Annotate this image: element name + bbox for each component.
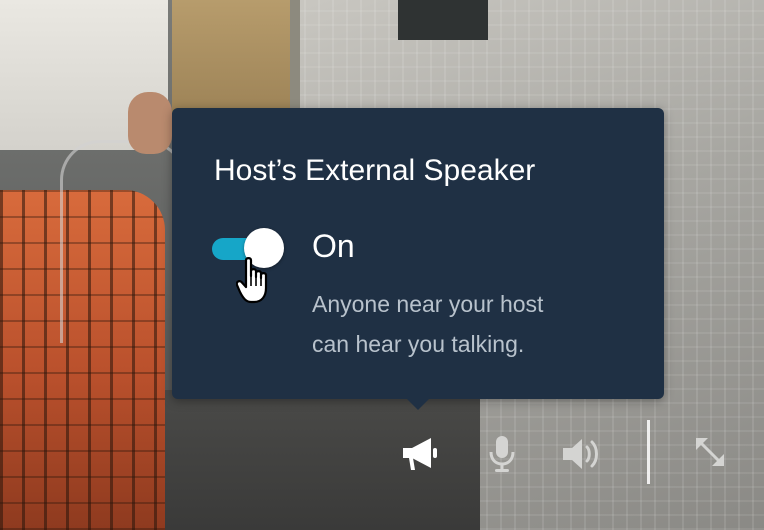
popover-description: Anyone near your host can hear you talki… [312,284,632,364]
expand-arrows-icon [696,438,724,466]
volume-button[interactable] [557,430,605,478]
popover-title: Host’s External Speaker [214,154,536,187]
microphone-icon [489,436,515,472]
speaker-volume-icon [563,439,598,469]
control-divider [647,420,650,484]
toggle-state-label: On [312,228,355,264]
microphone-button[interactable] [478,430,526,478]
video-cart-handle [60,140,186,343]
video-person-pants [172,0,290,120]
external-speaker-button[interactable] [396,430,444,478]
popover-arrow [406,398,430,410]
description-line-2: can hear you talking. [312,331,525,357]
megaphone-icon [403,438,437,470]
description-line-1: Anyone near your host [312,291,544,317]
external-speaker-popover: Host’s External Speaker On Anyone near y… [172,108,664,399]
fullscreen-button[interactable] [686,428,734,476]
video-person-hand [128,92,172,154]
video-call-screen: Host’s External Speaker On Anyone near y… [0,0,764,530]
hand-pointer-cursor-icon [236,257,268,304]
video-dark-object [398,0,488,40]
